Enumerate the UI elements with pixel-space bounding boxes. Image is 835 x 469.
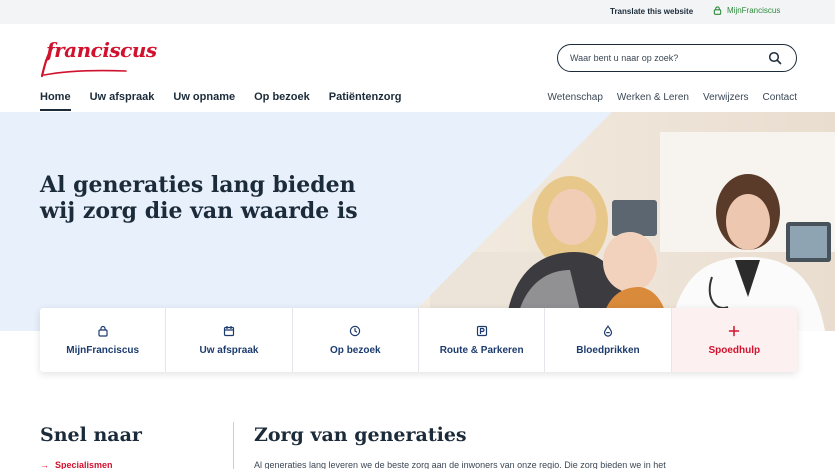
nav-patientenzorg[interactable]: Patiëntenzorg [329,91,402,109]
snel-link-specialismen[interactable]: → Specialismen [40,460,113,469]
nav-werken-leren[interactable]: Werken & Leren [617,92,689,103]
drop-icon [603,324,613,337]
quick-link-label: Bloedprikken [576,344,640,356]
mijnfranciscus-label: MijnFranciscus [727,6,781,15]
quick-links: MijnFranciscus Uw afspraak Op bezoek Rou… [40,308,797,372]
nav-uw-afspraak[interactable]: Uw afspraak [90,91,155,109]
parking-icon [476,325,487,336]
quick-link-spoedhulp[interactable]: Spoedhulp [671,308,797,372]
main-navigation: Home Uw afspraak Uw opname Op bezoek Pat… [40,91,402,111]
quick-link-label: Route & Parkeren [439,344,524,356]
search-box[interactable] [557,44,797,72]
nav-home[interactable]: Home [40,91,71,111]
nav-op-bezoek[interactable]: Op bezoek [254,91,310,109]
quick-link-label: Op bezoek [330,344,381,356]
snel-link-label: Specialismen [55,460,113,469]
search-input[interactable] [570,53,760,63]
nav-wetenschap[interactable]: Wetenschap [547,92,602,103]
calendar-icon [223,325,235,336]
translate-link[interactable]: Translate this website [610,7,693,16]
zorg-paragraph: Al generaties lang leveren we de beste z… [254,460,666,469]
nav-contact[interactable]: Contact [763,92,797,103]
logo-wordmark: franciscus [46,38,157,62]
search-icon[interactable] [768,51,782,65]
plus-icon [729,325,740,336]
zorg-heading: Zorg van generaties [254,424,467,446]
hero-headline: Al generaties lang bieden wij zorg die v… [40,172,358,224]
nav-verwijzers[interactable]: Verwijzers [703,92,749,103]
quick-link-op-bezoek[interactable]: Op bezoek [293,308,419,372]
hero-banner: Al generaties lang bieden wij zorg die v… [0,112,835,331]
nav-uw-opname[interactable]: Uw opname [173,91,235,109]
quick-link-uw-afspraak[interactable]: Uw afspraak [166,308,293,372]
quick-link-bloedprikken[interactable]: Bloedprikken [545,308,672,372]
arrow-right-icon: → [40,460,49,469]
clock-icon [350,325,361,336]
quick-link-label: MijnFranciscus [66,344,140,356]
secondary-navigation: Wetenschap Werken & Leren Verwijzers Con… [547,92,797,103]
quick-link-mijnfranciscus[interactable]: MijnFranciscus [40,308,167,372]
quick-link-route-parkeren[interactable]: Route & Parkeren [419,308,546,372]
section-divider [233,422,234,469]
snel-naar-heading: Snel naar [40,424,142,446]
franciscus-logo[interactable]: franciscus [40,36,157,78]
mijnfranciscus-link[interactable]: MijnFranciscus [713,6,780,15]
quick-link-label: Spoedhulp [708,344,761,356]
lock-icon [98,325,108,337]
utility-bar: Translate this website MijnFranciscus [0,0,835,24]
quick-link-label: Uw afspraak [199,344,259,356]
lock-icon [713,6,722,15]
